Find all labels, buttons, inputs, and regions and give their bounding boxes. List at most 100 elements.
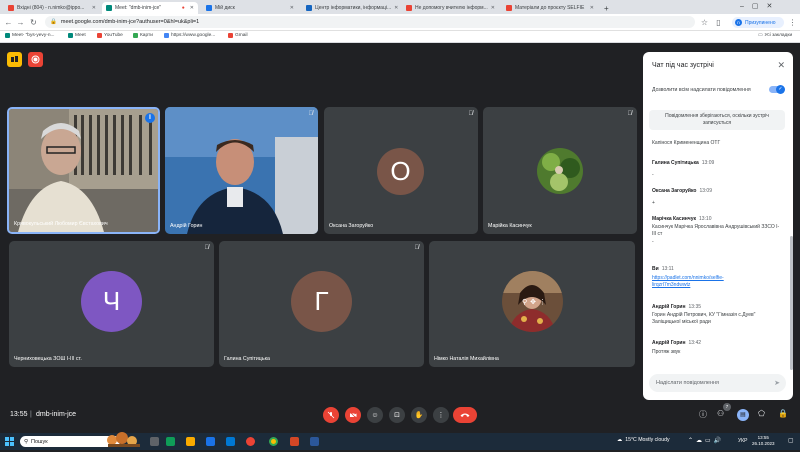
back-icon[interactable]: ← [4,18,13,27]
participant-tile[interactable]: Ч 🎙̸ Черниховецька ЗОШ І-ІІІ ст. [9,241,214,367]
message-text: Касинчук Марічка Ярославівна Андрушівськ… [652,224,780,237]
participant-name: Німко Наталія Михайлівна [434,356,499,362]
tab-center-informatics[interactable]: Центр інформатики, інформаці... ✕ [302,2,398,14]
search-icon: ⚲ [24,438,29,445]
bookmark-label: https://www.google... [171,33,216,38]
forward-icon[interactable]: → [16,18,25,27]
leave-call-button[interactable] [453,407,477,423]
participant-tile[interactable]: ⦀ Кривокульський Любомир Євстахович [7,107,160,234]
avatar [537,148,583,194]
message-sender: Марічка Касинчук [652,216,696,222]
chrome-icon[interactable] [269,437,278,446]
bookmark-meet-long[interactable]: Meet- "bys-yevy-n... [5,33,55,38]
bookmark-google[interactable]: https://www.google... [164,33,215,38]
new-tab-button[interactable]: + [600,2,612,14]
tab-drive[interactable]: Мій диск ✕ [202,2,298,14]
star-icon[interactable]: ☆ [700,18,709,27]
info-icon[interactable]: ⓘ [699,409,707,420]
gmail-icon [228,33,233,38]
chat-input[interactable]: Надіслати повідомлення ➤ [649,374,786,392]
edge-icon[interactable] [166,437,175,446]
bookmark-gmail[interactable]: Gmail [228,33,248,38]
close-icon[interactable]: ✕ [590,5,594,11]
task-view-icon[interactable] [150,437,159,446]
chat-panel: Чат під час зустрічі ✕ Дозволити всім на… [643,52,793,400]
people-icon: ⚇ [717,409,725,418]
close-icon[interactable]: ✕ [777,60,785,71]
participant-tile[interactable]: 🎙̸ Марійка Касинчук [483,107,637,234]
cloud-icon: ☁ [617,437,623,443]
clock[interactable]: 13:55 26.10.2023 [752,435,775,447]
bookmark-meet[interactable]: Meet [68,33,86,38]
host-controls-icon[interactable]: 🔒 [778,409,788,418]
message-link[interactable]: https://padlet.com/nnimko/selfie-lirqzrl… [652,275,724,288]
mic-off-icon: 🎙̸ [468,111,474,117]
avatar: n [735,19,742,26]
tray-icons[interactable]: ⌃☁▭🔊 [688,437,724,444]
bookmark-youtube[interactable]: YouTube [97,33,123,38]
message-time: 13:42 [688,340,702,346]
store-icon[interactable] [206,437,215,446]
google-icon [164,33,169,38]
close-icon[interactable]: ✕ [92,5,96,11]
site-icon [506,5,512,11]
pin-more-controls[interactable]: ⚲✥⋮ [522,298,549,306]
activity-icon[interactable] [7,52,22,67]
file-explorer-icon[interactable] [186,437,195,446]
url-input[interactable]: 🔒 meet.google.com/dmb-inim-jce?authuser=… [45,16,695,28]
chat-button[interactable]: ▤ [737,409,749,421]
participant-tile[interactable]: О 🎙̸ Оксана Загоруйко [324,107,478,234]
message-time: 13:10 [698,216,712,222]
camera-toggle-button[interactable] [345,407,361,423]
close-icon[interactable]: ✕ [394,5,398,11]
chat-scrollbar[interactable] [790,236,793,370]
window-controls[interactable]: –▢✕ [740,2,780,10]
profile-button[interactable]: n Призупинено [732,17,784,28]
sidepanel-icon[interactable]: ▯ [714,18,723,27]
present-button[interactable]: ⊡ [389,407,405,423]
participant-tile[interactable]: ⚲✥⋮ Німко Наталія Михайлівна [429,241,635,367]
mail-icon[interactable] [226,437,235,446]
meet-icon [106,5,112,11]
raise-hand-button[interactable]: ✋ [411,407,427,423]
tab-meet[interactable]: Meet: "dmb-inim-jce" ● ✕ [102,2,198,14]
folder-icon: ▭ [758,33,763,38]
reload-icon[interactable]: ↻ [29,18,38,27]
weather-widget[interactable]: ☁ 15°C Mostly cloudy [617,437,670,443]
send-icon[interactable]: ➤ [774,379,780,387]
more-options-button[interactable]: ⋮ [433,407,449,423]
activities-icon[interactable]: ⬠ [758,409,765,418]
tab-selfie[interactable]: Матеріали до проєкту SELFIE ✕ [502,2,598,14]
powerpoint-icon[interactable] [290,437,299,446]
participant-tile[interactable]: Г 🎙̸ Галина Супітицька [219,241,424,367]
message-time: 13:11 [661,266,674,272]
windows-taskbar: ⚲ Пошук ☁ 15°C Mostly cloudy ⌃☁▭🔊 УКР 13… [0,432,800,450]
windows-start-icon[interactable] [5,437,14,446]
bookmark-maps[interactable]: Карти [133,33,153,38]
chat-message: Ви 13:11 https://padlet.com/nnimko/selfie… [652,266,782,289]
all-bookmarks[interactable]: ▭ Усі закладки [758,33,792,38]
bookmark-label: Карти [140,33,153,38]
mic-off-icon: 🎙̸ [308,111,314,117]
participants-count-badge: 7 [723,403,731,411]
close-icon[interactable]: ✕ [290,5,294,11]
language-indicator[interactable]: УКР [738,438,747,444]
menu-icon[interactable]: ⋮ [788,18,797,27]
participant-tile[interactable]: 🎙̸ Андрій Горин [165,107,318,234]
notification-icon[interactable]: ▢ [788,437,794,444]
recording-icon[interactable] [28,52,43,67]
word-icon[interactable] [310,437,319,446]
participant-video [9,109,158,232]
allow-messages-toggle[interactable]: ✓ [769,85,785,94]
profile-status: Призупинено [745,19,776,26]
tab-label: Вхідні (804) - n.nimko@ippo... [17,5,85,11]
close-icon[interactable]: ✕ [491,5,495,11]
tab-teacher-help[interactable]: Не допомогу вчителю інформ... ✕ [402,2,498,14]
emoji-button[interactable]: ☺ [367,407,383,423]
tab-gmail[interactable]: Вхідні (804) - n.nimko@ippo... ✕ [4,2,100,14]
close-icon[interactable]: ✕ [190,5,194,11]
opera-icon[interactable] [246,437,255,446]
participants-button[interactable]: ⚇ 7 [717,403,731,418]
mic-toggle-button[interactable] [323,407,339,423]
tab-label: Матеріали до проєкту SELFIE [515,5,585,11]
